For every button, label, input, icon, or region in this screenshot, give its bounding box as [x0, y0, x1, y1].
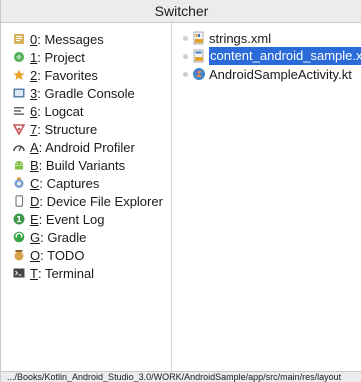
tool-window-label: : Gradle Console: [37, 85, 135, 101]
file-item-android-sample-activity[interactable]: AndroidSampleActivity.kt: [172, 65, 361, 83]
tool-window-mnemonic: 3: [30, 85, 38, 101]
tool-window-label: : Favorites: [37, 67, 98, 83]
popup-title: Switcher: [1, 0, 361, 23]
file-item-content-android-sample[interactable]: content_android_sample.xml: [172, 47, 361, 65]
layout-file-icon: [192, 49, 206, 63]
tool-window-gradle[interactable]: G: Gradle: [1, 228, 163, 246]
tool-window-label: : Event Log: [38, 211, 105, 227]
kotlin-file-icon: [192, 67, 206, 81]
tool-window-mnemonic: O: [30, 247, 41, 263]
tool-window-mnemonic: 6: [30, 103, 38, 119]
tool-window-terminal[interactable]: T: Terminal: [1, 264, 163, 282]
messages-icon: [13, 33, 25, 45]
file-item-strings[interactable]: strings.xml: [172, 29, 361, 47]
file-name: AndroidSampleActivity.kt: [209, 66, 352, 82]
recent-files-list: strings.xml content_android_sample.xml A…: [172, 29, 361, 83]
device-icon: [13, 195, 25, 207]
recent-files-panel: strings.xml content_android_sample.xml A…: [172, 23, 361, 371]
tool-window-todo[interactable]: O: TODO: [1, 246, 163, 264]
tool-window-captures[interactable]: C: Captures: [1, 174, 163, 192]
tool-window-mnemonic: 1: [30, 49, 38, 65]
tool-window-label: : Captures: [39, 175, 100, 191]
bullet-dot: [183, 35, 188, 41]
tool-window-mnemonic: C: [30, 175, 40, 191]
tool-window-project[interactable]: 1: Project: [1, 48, 163, 66]
svg-text:1: 1: [16, 215, 22, 224]
tool-window-structure[interactable]: 7: Structure: [1, 120, 163, 138]
tool-window-mnemonic: D: [30, 193, 40, 209]
tool-window-device-file-explorer[interactable]: D: Device File Explorer: [1, 192, 163, 210]
tool-window-label: : Logcat: [37, 103, 84, 119]
tool-window-messages[interactable]: 0: Messages: [1, 30, 163, 48]
tool-window-mnemonic: G: [30, 229, 41, 245]
android-icon: [13, 159, 25, 171]
tool-window-gradle-console[interactable]: 3: Gradle Console: [1, 84, 163, 102]
tool-window-label: : Structure: [37, 121, 98, 137]
tool-window-mnemonic: E: [30, 211, 39, 227]
console-icon: [13, 87, 25, 99]
tool-window-label: : Project: [37, 49, 85, 65]
tool-window-label: : Terminal: [37, 265, 95, 281]
logcat-icon: [13, 105, 25, 117]
tool-window-label: : Device File Explorer: [39, 193, 163, 209]
tool-window-mnemonic: A: [30, 139, 39, 155]
file-name: strings.xml: [209, 30, 272, 46]
switcher-popup: Switcher 0: Messages 1: Project 2: Favor…: [0, 0, 361, 382]
tool-window-build-variants[interactable]: B: Build Variants: [1, 156, 163, 174]
tool-window-event-log[interactable]: 1 E: Event Log: [1, 210, 163, 228]
profiler-icon: [13, 141, 25, 153]
event-log-icon: 1: [13, 213, 25, 225]
structure-icon: [13, 123, 25, 135]
tool-window-logcat[interactable]: 6: Logcat: [1, 102, 163, 120]
terminal-icon: [13, 267, 25, 279]
xml-file-icon: [192, 31, 206, 45]
tool-window-mnemonic: T: [30, 265, 38, 281]
bullet-dot: [183, 53, 188, 59]
tool-window-mnemonic: 7: [30, 121, 38, 137]
star-icon: [13, 69, 25, 81]
tool-window-label: : Messages: [37, 31, 104, 47]
bullet-dot: [183, 71, 188, 77]
tool-window-favorites[interactable]: 2: Favorites: [1, 66, 163, 84]
tool-window-mnemonic: B: [30, 157, 39, 173]
tool-window-android-profiler[interactable]: A: Android Profiler: [1, 138, 163, 156]
todo-icon: [13, 249, 25, 261]
project-icon: [13, 51, 25, 63]
tool-windows-panel: 0: Messages 1: Project 2: Favorites 3: G…: [1, 23, 172, 371]
tool-window-mnemonic: 0: [30, 31, 38, 47]
tool-window-label: : Gradle: [40, 229, 87, 245]
status-bar-path: .../Books/Kotlin_Android_Studio_3.0/WORK…: [1, 371, 361, 382]
tool-window-label: : Android Profiler: [38, 139, 135, 155]
tool-window-label: : Build Variants: [38, 157, 126, 173]
tool-window-label: : TODO: [40, 247, 85, 263]
tool-window-mnemonic: 2: [30, 67, 38, 83]
file-name: content_android_sample.xml: [209, 47, 361, 65]
tool-windows-list: 0: Messages 1: Project 2: Favorites 3: G…: [1, 30, 163, 282]
gradle-icon: [13, 231, 25, 243]
captures-icon: [13, 177, 25, 189]
